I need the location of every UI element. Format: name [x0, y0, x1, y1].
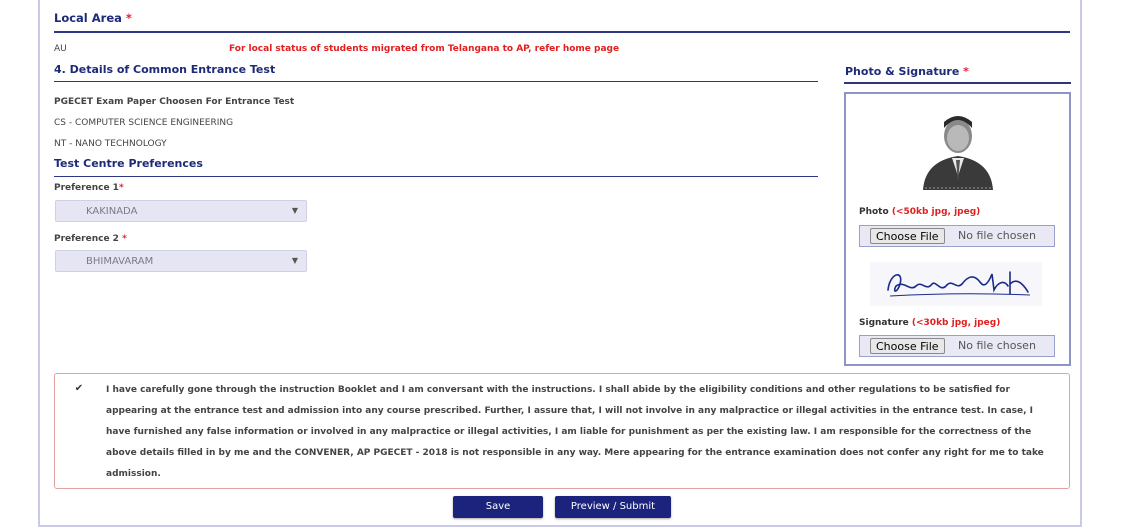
signature-file-status: No file chosen [958, 339, 1036, 352]
centre-preferences-title: Test Centre Preferences [54, 157, 203, 170]
signature-choose-file-button[interactable]: Choose File [870, 338, 945, 354]
photo-file-input[interactable]: Choose File No file chosen [859, 225, 1055, 247]
dropdown-caret-icon: ▼ [291, 206, 298, 215]
save-button[interactable]: Save [453, 496, 543, 518]
photo-label: Photo (<50kb jpg, jpeg) [859, 207, 981, 217]
preference-1-label: Preference 1* [54, 183, 124, 193]
photo-signature-panel: Photo (<50kb jpg, jpeg) Choose File No f… [844, 92, 1071, 366]
applicant-signature [870, 262, 1042, 306]
preference-2-select[interactable]: BHIMAVARAM ▼ [55, 250, 307, 272]
declaration-box: ✔ I have carefully gone through the inst… [54, 373, 1070, 489]
signature-file-input[interactable]: Choose File No file chosen [859, 335, 1055, 357]
exam-paper-label: PGECET Exam Paper Choosen For Entrance T… [54, 97, 295, 107]
required-mark: * [125, 11, 132, 25]
applicant-photo-image [905, 106, 1011, 190]
photo-signature-title: Photo & Signature * [845, 65, 969, 78]
applicant-photo [905, 106, 1011, 190]
exam-paper-2: NT - NANO TECHNOLOGY [54, 139, 167, 149]
signature-label: Signature (<30kb jpg, jpeg) [859, 318, 1001, 328]
local-area-title: Local Area * [54, 11, 132, 25]
centre-divider [54, 176, 818, 177]
local-area-value: AU [54, 44, 67, 54]
applicant-signature-image [870, 262, 1042, 306]
declaration-text: I have carefully gone through the instru… [106, 385, 1044, 479]
photo-choose-file-button[interactable]: Choose File [870, 228, 945, 244]
exam-paper-1: CS - COMPUTER SCIENCE ENGINEERING [54, 118, 234, 128]
photo-signature-divider [844, 82, 1071, 84]
preference-2-label: Preference 2 * [54, 234, 127, 244]
local-area-divider [54, 31, 1070, 33]
preference-1-select[interactable]: KAKINADA ▼ [55, 200, 307, 222]
declaration-checkbox[interactable]: ✔ [73, 383, 85, 395]
cet-section-title: 4. Details of Common Entrance Test [54, 63, 276, 76]
dropdown-caret-icon: ▼ [291, 256, 298, 265]
preview-submit-button[interactable]: Preview / Submit [555, 496, 671, 518]
local-status-note: For local status of students migrated fr… [229, 44, 620, 54]
cet-divider [54, 81, 818, 82]
photo-file-status: No file chosen [958, 229, 1036, 242]
